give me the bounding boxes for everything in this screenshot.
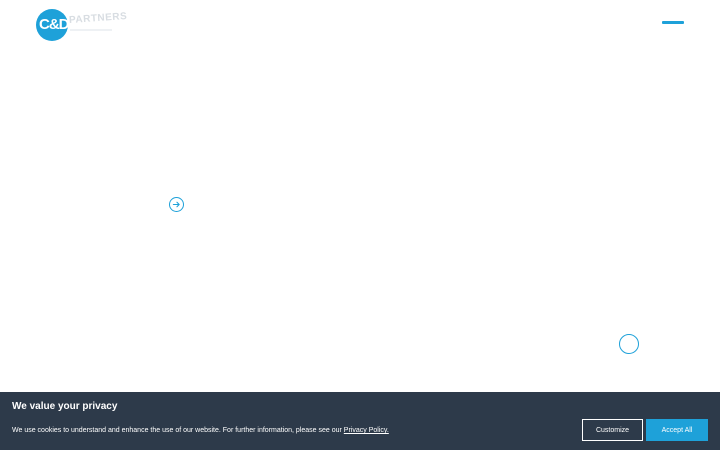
privacy-policy-link[interactable]: Privacy Policy. (344, 427, 389, 434)
hamburger-icon (662, 21, 684, 24)
scroll-down-button[interactable] (619, 334, 639, 354)
logo-word: PARTNERS (68, 10, 128, 27)
cookie-text: We use cookies to understand and enhance… (12, 427, 389, 434)
site-logo[interactable]: C&D PARTNERS (36, 9, 128, 43)
arrow-right-icon (172, 201, 180, 208)
accept-all-button[interactable]: Accept All (646, 419, 708, 441)
next-slide-button[interactable] (169, 197, 184, 212)
cookie-title: We value your privacy (12, 401, 118, 412)
logo-letters: C&D (39, 16, 69, 33)
cookie-text-body: We use cookies to understand and enhance… (12, 427, 344, 434)
customize-button[interactable]: Customize (582, 419, 643, 441)
page: C&D PARTNERS We value your privacy We us… (0, 0, 720, 450)
scroll-down-icon (628, 341, 630, 347)
hamburger-menu-button[interactable] (662, 18, 686, 28)
logo-underline (70, 29, 112, 31)
